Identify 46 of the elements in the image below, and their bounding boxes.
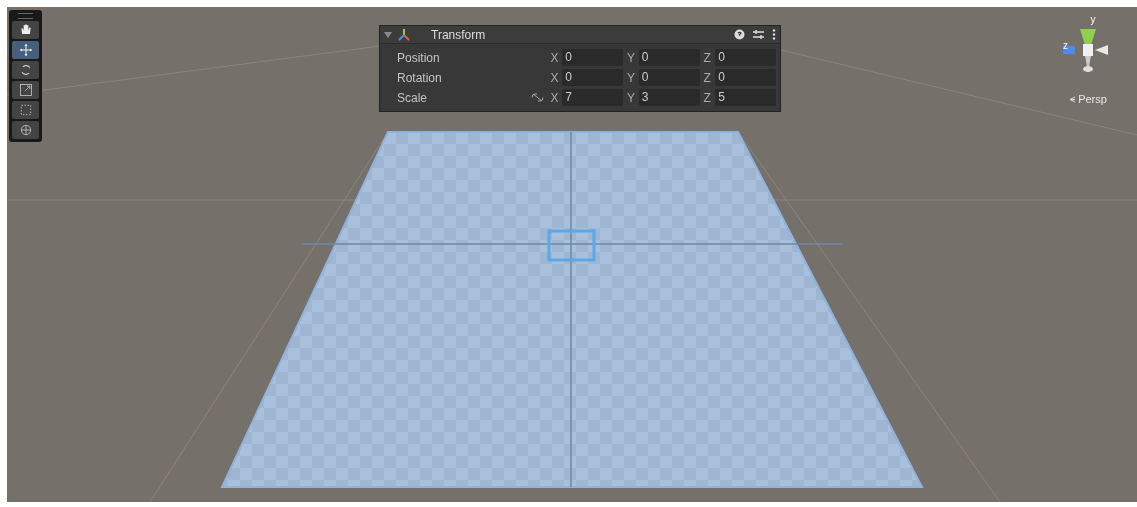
foldout-arrow-icon[interactable] bbox=[384, 30, 392, 39]
number-field[interactable]: 3 bbox=[638, 89, 700, 106]
property-label: Rotation bbox=[397, 69, 443, 87]
scale-tool-button[interactable] bbox=[12, 81, 39, 99]
number-field[interactable]: 0 bbox=[638, 49, 700, 66]
axis-label: Z bbox=[703, 69, 712, 87]
plane-mesh[interactable] bbox=[220, 131, 924, 488]
number-field[interactable]: 0 bbox=[562, 49, 624, 66]
axis-label: X bbox=[550, 69, 560, 87]
number-field[interactable]: 0 bbox=[715, 49, 776, 66]
z-axis-label: z bbox=[1063, 41, 1068, 51]
link-icon[interactable] bbox=[530, 93, 544, 102]
rect-tool-icon bbox=[18, 103, 33, 117]
axis-label: Y bbox=[627, 89, 637, 107]
axis-label: Z bbox=[703, 49, 712, 67]
hand-icon bbox=[18, 23, 33, 37]
hand-tool-button[interactable] bbox=[12, 21, 39, 39]
transform-axes-icon bbox=[397, 27, 411, 42]
panel-title: Transform bbox=[431, 26, 486, 44]
presets-sliders-icon[interactable] bbox=[753, 29, 764, 40]
more-options-icon[interactable] bbox=[772, 29, 776, 40]
palette-handle-icon[interactable] bbox=[18, 13, 33, 19]
move-arrows-icon bbox=[18, 43, 33, 57]
number-field[interactable]: 0 bbox=[562, 69, 624, 86]
help-icon[interactable] bbox=[734, 29, 745, 40]
axis-label: X bbox=[550, 49, 560, 67]
scale-icon bbox=[18, 83, 33, 97]
number-field[interactable]: 0 bbox=[638, 69, 700, 86]
move-arrows-tool-button[interactable] bbox=[12, 41, 39, 59]
globe-icon bbox=[18, 123, 33, 137]
axis-label: Z bbox=[703, 89, 712, 107]
number-field[interactable]: 5 bbox=[715, 89, 776, 106]
property-label: Scale bbox=[397, 89, 429, 107]
property-label: Position bbox=[397, 49, 441, 67]
projection-toggle[interactable]: Persp bbox=[1078, 91, 1107, 108]
number-field[interactable]: 0 bbox=[715, 69, 776, 86]
rotate-tool-button[interactable] bbox=[12, 61, 39, 79]
axis-label: Y bbox=[627, 49, 637, 67]
y-axis-label: y bbox=[1090, 15, 1096, 25]
rect-tool-tool-button[interactable] bbox=[12, 101, 39, 119]
axis-label: X bbox=[550, 89, 560, 107]
globe-tool-button[interactable] bbox=[12, 121, 39, 139]
chevron-left-icon bbox=[1069, 95, 1077, 103]
number-field[interactable]: 7 bbox=[562, 89, 624, 106]
scene-viewport[interactable]: Transform Position X 0 Y 0 Z 0 Rotation X 0 Y 0 Z 0 Scale X 7 Y 3 Z 5 y z Persp bbox=[7, 7, 1137, 502]
axis-label: Y bbox=[627, 69, 637, 87]
